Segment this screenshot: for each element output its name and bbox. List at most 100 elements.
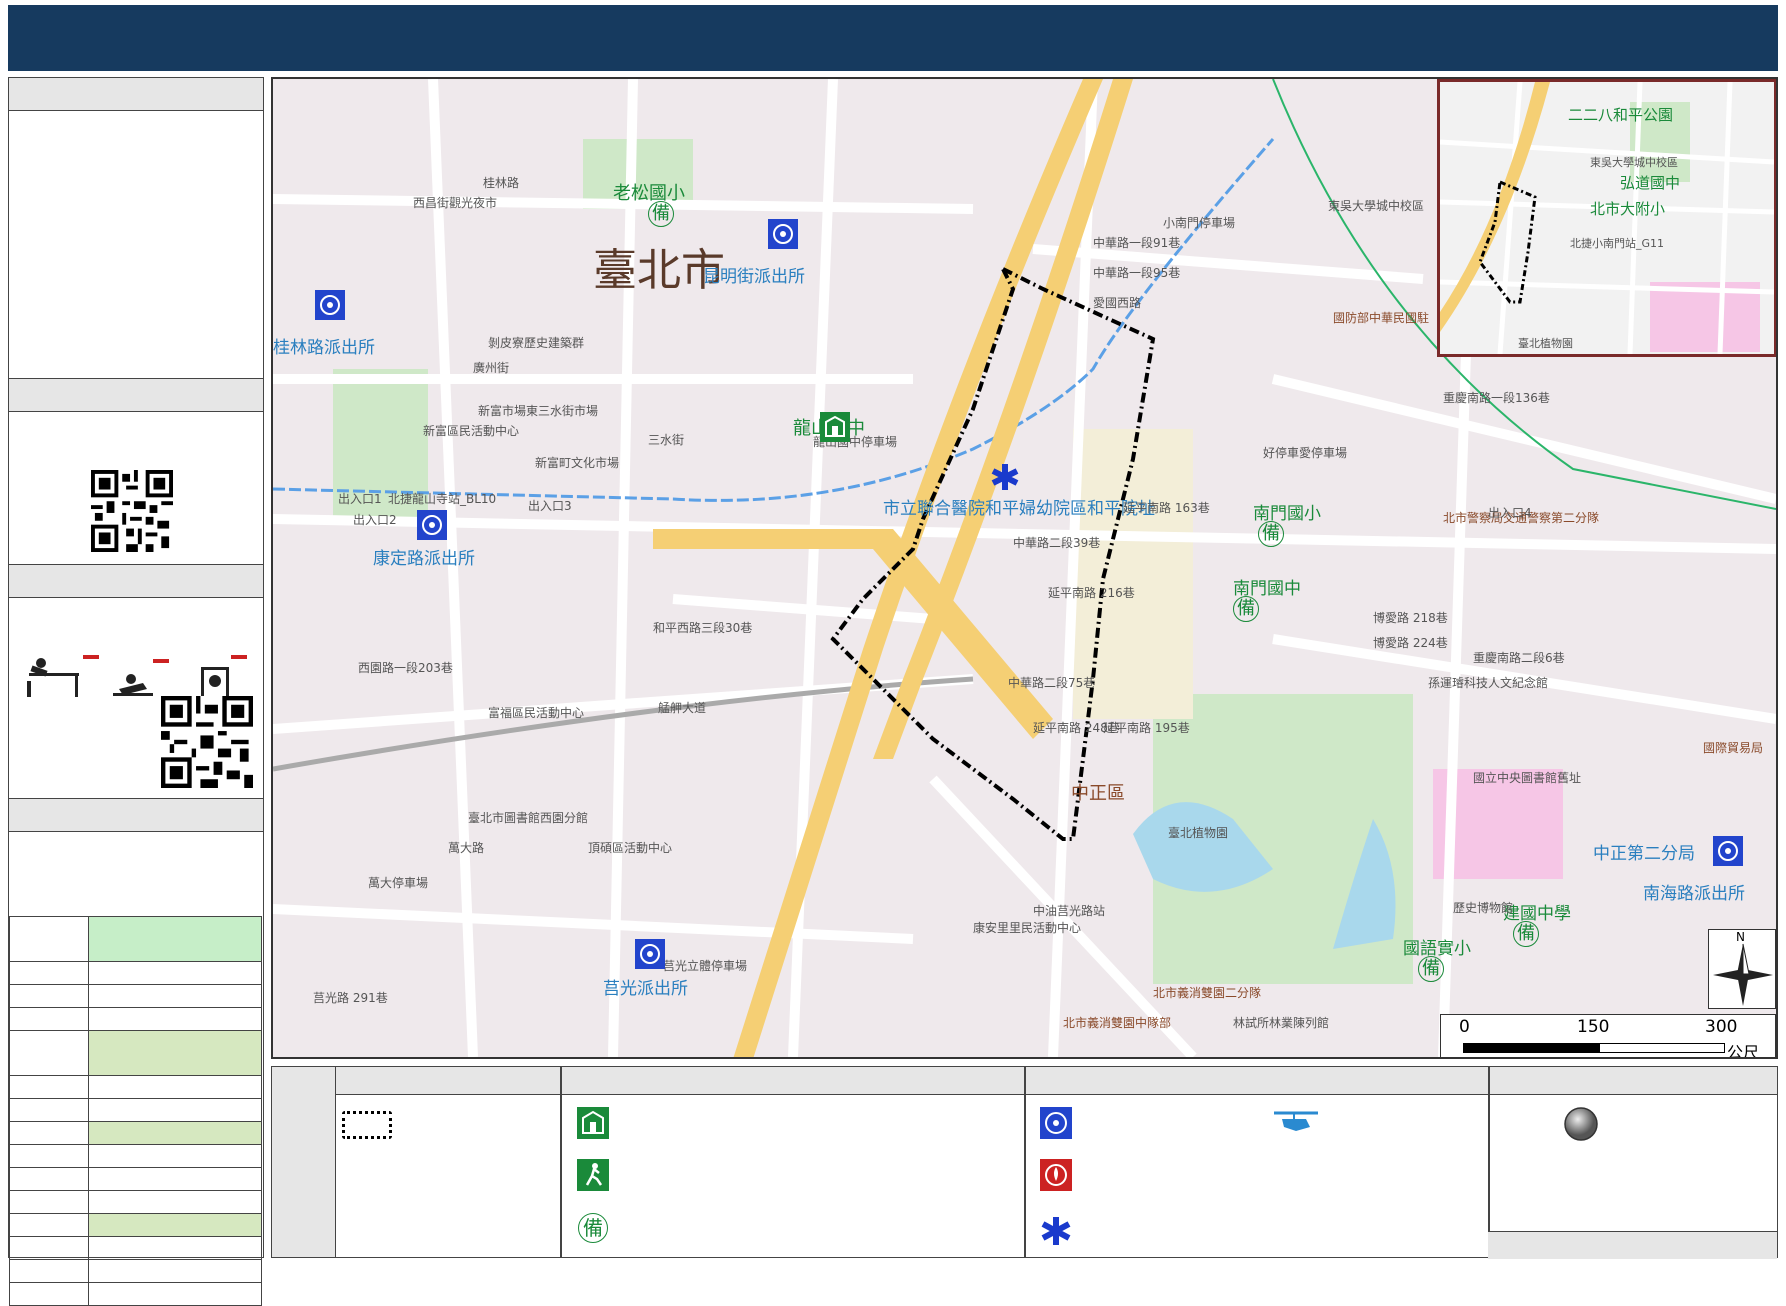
legend-side-header xyxy=(272,1067,336,1257)
place-label: 中華路一段91巷 xyxy=(1093,236,1181,250)
police-station-icon[interactable] xyxy=(768,219,798,249)
place-label: 中華路二段75巷 xyxy=(1008,676,1096,690)
inset-label: 北捷小南門站_G11 xyxy=(1570,237,1665,250)
place-label: 北捷龍山寺站_BL10 xyxy=(388,492,497,506)
table-cell xyxy=(88,961,262,985)
place-label: 西昌街觀光夜市 xyxy=(413,196,498,210)
inset-label: 北市大附小 xyxy=(1590,200,1666,218)
table-cell xyxy=(9,984,89,1008)
place-label: 中華路一段95巷 xyxy=(1093,266,1181,280)
table-cell xyxy=(88,1213,262,1237)
place-label: 三水街 xyxy=(648,433,685,447)
table-cell xyxy=(9,1282,89,1306)
table-cell xyxy=(88,1030,262,1076)
scale-tick-150: 150 xyxy=(1577,1017,1610,1037)
place-label: 建國中學 xyxy=(1503,904,1571,924)
table-cell xyxy=(9,1213,89,1237)
place-label: 林試所林業陳列館 xyxy=(1233,1016,1330,1030)
place-label: 桂林路 xyxy=(483,176,520,190)
place-label: 老松國小 xyxy=(613,183,685,204)
scale-unit: 公尺 xyxy=(1727,1043,1760,1059)
place-label: 萬大路 xyxy=(448,841,485,855)
place-label: 莒光路 291巷 xyxy=(313,991,388,1005)
north-arrow: N xyxy=(1708,929,1776,1009)
place-label: 南門國小 xyxy=(1253,504,1321,524)
table-cell xyxy=(9,1075,89,1099)
legend-divider xyxy=(560,1067,562,1257)
place-label: 新富町文化市場 xyxy=(535,456,620,470)
title-banner xyxy=(8,5,1778,71)
place-label: 國際貿易局 xyxy=(1703,741,1764,755)
place-label: 小南門停車場 xyxy=(1163,216,1236,230)
place-label: 國防部中華民國駐 xyxy=(1333,311,1430,325)
reserve-icon: 備 xyxy=(1233,596,1259,622)
scale-tick-0: 0 xyxy=(1459,1017,1470,1037)
table-cell xyxy=(9,1236,89,1260)
police-station-icon xyxy=(1040,1107,1072,1139)
place-label: 出入口2 xyxy=(353,513,397,527)
table-cell xyxy=(9,1167,89,1191)
place-label: 剝皮寮歷史建築群 xyxy=(488,336,585,350)
district-label: 中正區 xyxy=(1071,783,1125,804)
place-label: 歷史博物館 xyxy=(1453,901,1514,915)
legend-panel: 備 xyxy=(271,1066,1778,1259)
sidebar-header-2 xyxy=(9,378,263,412)
gray-circle-icon xyxy=(1564,1107,1598,1141)
place-label: 重慶南路一段136巷 xyxy=(1443,391,1550,405)
place-label: 重慶南路二段6巷 xyxy=(1473,651,1565,665)
table-cell xyxy=(88,1121,262,1145)
map-view[interactable]: 臺北市 中正區 老松國小 龍山國中 南門國小 南門國中 建國中學 國語實小 昆明… xyxy=(271,77,1778,1059)
police-station-icon[interactable] xyxy=(635,939,665,969)
legend-footer xyxy=(1488,1231,1777,1259)
place-label: 莒光立體停車場 xyxy=(663,959,748,973)
police-station-icon[interactable] xyxy=(417,510,447,540)
place-label: 博愛路 218巷 xyxy=(1373,611,1448,625)
school-shelter-icon[interactable] xyxy=(820,412,850,442)
place-label: 國語實小 xyxy=(1403,939,1471,959)
place-label: 東吳大學城中校區 xyxy=(1328,199,1425,213)
place-label: 北市義消雙園二分隊 xyxy=(1153,986,1262,1000)
police-station-icon[interactable] xyxy=(1713,836,1743,866)
place-label: 桂林路派出所 xyxy=(273,338,375,358)
place-label: 頂碩區活動中心 xyxy=(588,841,673,855)
sidebar-header-1 xyxy=(9,77,263,111)
table-cell xyxy=(88,1007,262,1031)
medical-icon[interactable] xyxy=(990,462,1020,492)
place-label: 北市義消雙園中隊部 xyxy=(1063,1016,1172,1030)
table-cell xyxy=(88,1236,262,1260)
table-cell xyxy=(9,1190,89,1214)
police-station-icon[interactable] xyxy=(315,290,345,320)
table-cell xyxy=(9,1144,89,1168)
place-label: 出入口4 xyxy=(1488,506,1532,520)
place-label: 廣州街 xyxy=(473,361,510,375)
scale-segment xyxy=(1599,1043,1725,1053)
table-cell xyxy=(9,916,89,962)
table-cell xyxy=(9,1098,89,1122)
legend-column-headers xyxy=(336,1067,1777,1095)
place-label: 臺北市圖書館西園分館 xyxy=(468,811,589,825)
table-cell xyxy=(9,1121,89,1145)
table-cell xyxy=(88,1282,262,1306)
sidebar-header-3 xyxy=(9,564,263,598)
helicopter-icon xyxy=(1274,1111,1318,1131)
table-cell xyxy=(88,984,262,1008)
table-cell xyxy=(88,1190,262,1214)
place-label: 延平南路 163巷 xyxy=(1123,501,1210,515)
inset-label: 東吳大學城中校區 xyxy=(1590,156,1678,169)
table-cell xyxy=(88,916,262,962)
inset-map[interactable]: 二二八和平公園 弘道國中 北市大附小 北捷小南門站_G11 臺北植物園 東吳大學… xyxy=(1437,79,1776,357)
place-label: 西園路一段203巷 xyxy=(358,661,453,675)
qr-code-icon[interactable] xyxy=(161,696,253,788)
qr-code-icon[interactable] xyxy=(91,470,173,552)
table-cell xyxy=(9,1030,89,1076)
place-label: 中華路二段39巷 xyxy=(1013,536,1101,550)
sidebar-header-4 xyxy=(9,798,263,832)
place-label: 臺北植物園 xyxy=(1168,826,1229,840)
place-label: 昆明街派出所 xyxy=(703,267,805,287)
route-legend-icon xyxy=(342,1111,392,1139)
place-label: 孫運璿科技人文紀念館 xyxy=(1428,676,1549,690)
place-label: 新富市場東三水街市場 xyxy=(478,404,599,418)
info-sidebar xyxy=(8,77,264,1306)
reserve-icon: 備 xyxy=(1258,521,1284,547)
place-label: 艋舺大道 xyxy=(658,701,707,715)
